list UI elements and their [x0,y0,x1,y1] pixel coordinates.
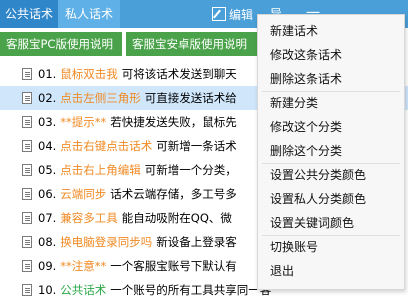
item-text: 若快捷发送失败，鼠标先 [110,115,237,129]
document-icon [22,92,32,104]
document-icon [22,260,32,272]
item-text: 新设备上登录客 [156,235,237,249]
item-number: 03. [38,115,57,129]
menu-separator [262,91,400,92]
item-keyword: 点击右键点击话术 [60,139,153,153]
item-text: 能自动吸附在QQ、微 [121,211,232,225]
tab-private-scripts[interactable]: 私人话术 [58,0,120,28]
menu-item-delete-script[interactable]: 删除这条话术 [270,71,342,87]
edit-button[interactable]: 编辑 [212,0,253,28]
menu-item-new-script[interactable]: 新建话术 [270,23,318,39]
tab-public-scripts[interactable]: 公共话术 [0,0,58,28]
item-keyword: 云端同步 [60,187,107,201]
context-menu: 新建话术 修改这条话术 删除这条话术 新建分类 修改这个分类 删除这个分类 设置… [257,14,405,290]
document-icon [22,68,32,80]
menu-separator [262,235,400,236]
item-text: 一个账号的所有工具共享同一客 [110,283,272,297]
item-keyword: 换电脑登录同步吗 [60,235,153,249]
menu-separator [262,163,400,164]
item-keyword: 点击右上角编辑 [60,163,141,177]
item-number: 06. [38,187,57,201]
pc-guide-button[interactable]: 客服宝PC版使用说明 [0,32,122,56]
item-number: 02. [38,91,57,105]
item-text: 可新增一个分类， [144,163,237,177]
item-text: 可新增一条话术 [156,139,237,153]
document-icon [22,164,32,176]
item-keyword: 兼容多工具 [60,211,118,225]
item-number: 07. [38,211,57,225]
document-icon [22,212,32,224]
item-keyword: 点击左侧三角形 [60,91,141,105]
item-number: 08. [38,235,57,249]
item-number: 04. [38,139,57,153]
document-icon [22,284,32,296]
item-number: 10. [38,283,57,297]
document-icon [22,140,32,152]
menu-item-delete-category[interactable]: 删除这个分类 [270,143,342,159]
item-number: 09. [38,259,57,273]
menu-item-new-category[interactable]: 新建分类 [270,95,318,111]
item-text: 可将该话术发送到聊天 [121,67,237,81]
document-icon [22,188,32,200]
item-text: 一个客服宝账号下默认有 [110,259,237,273]
menu-item-edit-script[interactable]: 修改这条话术 [270,47,342,63]
item-keyword: 公共话术 [60,283,107,297]
item-keyword: 鼠标双击我 [60,67,118,81]
document-icon [22,236,32,248]
edit-label: 编辑 [229,7,254,22]
item-keyword: **注意** [60,259,107,273]
android-guide-button[interactable]: 客服宝安卓版使用说明 [126,32,266,56]
item-text: 话术云端存储，多工号多 [110,187,237,201]
menu-item-exit[interactable]: 退出 [270,263,294,279]
menu-item-switch-account[interactable]: 切换账号 [270,239,318,255]
menu-item-public-category-color[interactable]: 设置公共分类颜色 [270,167,366,183]
document-icon [22,116,32,128]
item-number: 01. [38,67,57,81]
item-number: 05. [38,163,57,177]
menu-item-private-category-color[interactable]: 设置私人分类颜色 [270,191,366,207]
item-keyword: **提示** [60,115,107,129]
item-text: 可直接发送话术给 [144,91,237,105]
pencil-icon [212,7,226,21]
menu-item-edit-category[interactable]: 修改这个分类 [270,119,342,135]
menu-item-keyword-color[interactable]: 设置关键词颜色 [270,215,354,231]
